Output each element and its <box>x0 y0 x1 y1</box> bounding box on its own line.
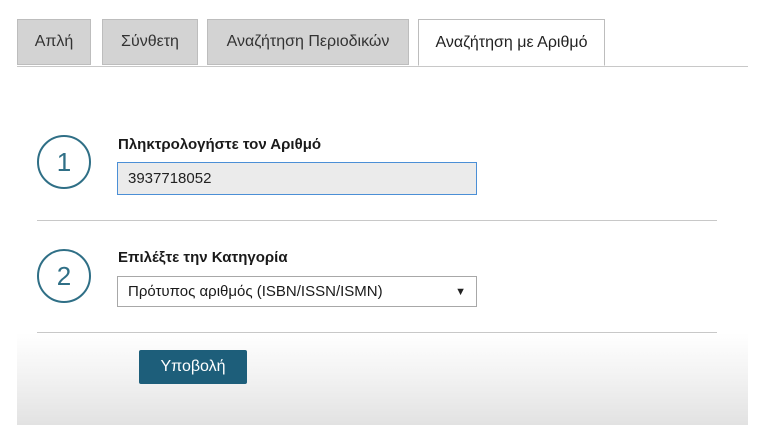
form-footer <box>17 333 748 425</box>
category-field-label: Επιλέξτε την Κατηγορία <box>118 249 288 266</box>
tab-simple[interactable]: Απλή <box>17 19 91 65</box>
section-divider <box>37 332 717 333</box>
dropdown-arrow-icon: ▼ <box>455 285 466 298</box>
number-field-label: Πληκτρολογήστε τον Αριθμό <box>118 136 322 153</box>
category-select[interactable]: Πρότυπος αριθμός (ISBN/ISSN/ISMN) ▼ <box>117 276 477 307</box>
section-divider <box>37 220 717 221</box>
step-1-indicator: 1 <box>37 135 91 189</box>
tab-number-search[interactable]: Αναζήτηση με Αριθμό <box>418 19 605 66</box>
number-input[interactable] <box>117 162 477 195</box>
search-tabs: Απλή Σύνθετη Αναζήτηση Περιοδικών Αναζήτ… <box>17 19 748 67</box>
tab-advanced[interactable]: Σύνθετη <box>102 19 198 65</box>
tab-journal-search[interactable]: Αναζήτηση Περιοδικών <box>207 19 409 65</box>
category-selected-value: Πρότυπος αριθμός (ISBN/ISSN/ISMN) <box>128 283 383 300</box>
submit-button[interactable]: Υποβολή <box>139 350 247 384</box>
step-2-indicator: 2 <box>37 249 91 303</box>
